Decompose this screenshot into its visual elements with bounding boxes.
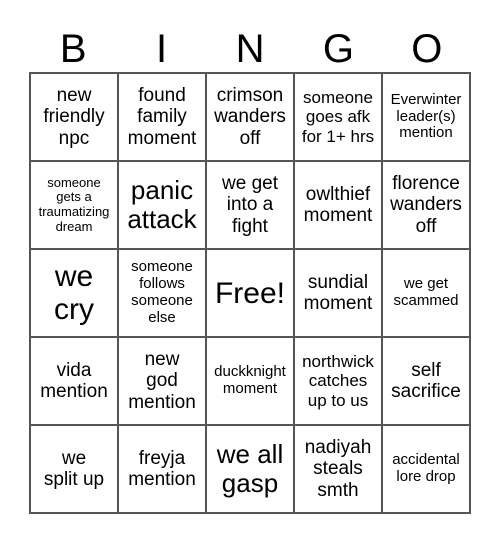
bingo-cell-free-space[interactable]: Free!: [206, 249, 294, 337]
bingo-cell-r2-c2[interactable]: panic attack: [118, 161, 206, 249]
bingo-cell-r4-c3[interactable]: duckknight moment: [206, 337, 294, 425]
bingo-cell-r2-c4[interactable]: owlthief moment: [294, 161, 382, 249]
bingo-cell-r5-c1[interactable]: we split up: [30, 425, 118, 513]
bingo-card-grid: new friendly npc found family moment cri…: [29, 72, 471, 514]
bingo-cell-r4-c1[interactable]: vida mention: [30, 337, 118, 425]
bingo-cell-r1-c3[interactable]: crimson wanders off: [206, 73, 294, 161]
bingo-cell-r5-c3[interactable]: we all gasp: [206, 425, 294, 513]
bingo-cell-r4-c5[interactable]: self sacrifice: [382, 337, 470, 425]
bingo-cell-r3-c1[interactable]: we cry: [30, 249, 118, 337]
header-letter-o: O: [411, 27, 443, 71]
bingo-cell-r2-c3[interactable]: we get into a fight: [206, 161, 294, 249]
bingo-cell-r5-c4[interactable]: nadiyah steals smth: [294, 425, 382, 513]
bingo-cell-r1-c2[interactable]: found family moment: [118, 73, 206, 161]
bingo-cell-r2-c5[interactable]: florence wanders off: [382, 161, 470, 249]
bingo-cell-r4-c2[interactable]: new god mention: [118, 337, 206, 425]
bingo-cell-r2-c1[interactable]: someone gets a traumatizing dream: [30, 161, 118, 249]
bingo-header: B I N G O: [29, 26, 471, 72]
bingo-cell-r4-c4[interactable]: northwick catches up to us: [294, 337, 382, 425]
bingo-cell-r1-c5[interactable]: Everwinter leader(s) mention: [382, 73, 470, 161]
bingo-cell-r1-c1[interactable]: new friendly npc: [30, 73, 118, 161]
bingo-cell-r1-c4[interactable]: someone goes afk for 1+ hrs: [294, 73, 382, 161]
header-letter-b: B: [59, 27, 87, 71]
bingo-cell-r5-c5[interactable]: accidental lore drop: [382, 425, 470, 513]
header-letter-g: G: [322, 27, 354, 71]
header-letter-n: N: [235, 27, 265, 71]
bingo-cell-r3-c4[interactable]: sundial moment: [294, 249, 382, 337]
bingo-cell-r3-c5[interactable]: we get scammed: [382, 249, 470, 337]
header-letter-i: I: [156, 27, 168, 71]
bingo-cell-r3-c2[interactable]: someone follows someone else: [118, 249, 206, 337]
bingo-cell-r5-c2[interactable]: freyja mention: [118, 425, 206, 513]
